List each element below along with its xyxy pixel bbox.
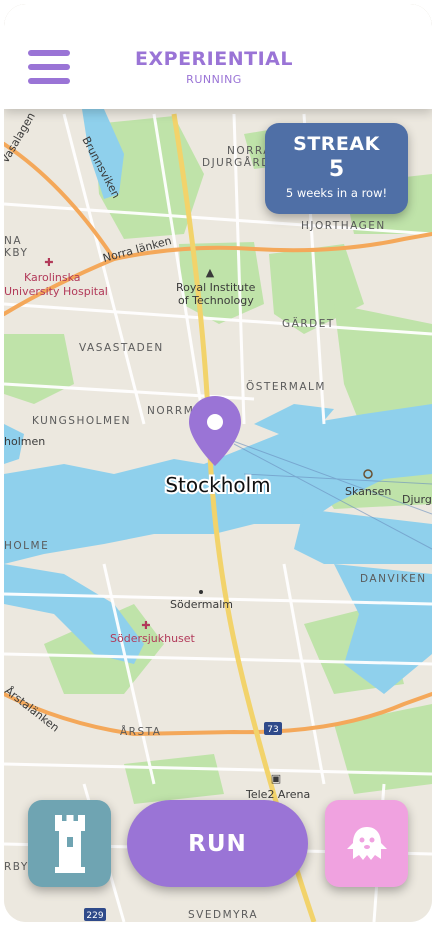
label-skansen: Skansen [345,485,391,498]
label-plus-cross: ✚ [44,256,53,269]
app-brand: EXPERIENTIAL RUNNING [134,48,294,86]
label-kungsholmen: KUNGSHOLMEN [32,415,131,427]
city-label: Stockholm [165,473,270,497]
graduation-icon: ▲ [206,266,215,279]
streak-count: 5 [328,157,345,182]
label-holme: HOLME [4,540,49,552]
label-kby: KBY [4,247,28,259]
hamburger-menu-icon[interactable] [28,50,70,84]
label-rby: RBY [4,861,29,873]
label-university-hospital: University Hospital [4,285,108,298]
label-djurg: Djurg [402,493,432,506]
tower-button[interactable] [28,800,111,887]
label-danviken: DANVIKEN [360,573,427,585]
tower-icon [54,814,85,873]
streak-title: STREAK [293,133,380,155]
streak-card: STREAK 5 5 weeks in a row! [265,123,408,214]
label-sodermalm: Södermalm [170,598,233,611]
label-na: NA [4,235,22,247]
label-gardet: GÄRDET [282,317,335,330]
ghost-button[interactable] [325,800,408,887]
route-229-badge: 229 [86,911,103,921]
label-norrm: NORRM [147,405,194,417]
label-hjorthagen: HJORTHAGEN [301,220,386,232]
label-vasastaden: VASASTADEN [79,342,164,354]
hospital-cross: ✚ [141,619,150,632]
streak-caption: 5 weeks in a row! [285,186,388,200]
route-73-badge: 73 [267,725,278,735]
app-title: EXPERIENTIAL [135,48,293,70]
run-button[interactable]: RUN [127,800,308,887]
label-svedmyra: SVEDMYRA [188,909,258,921]
label-holmen: holmen [4,435,45,448]
label-ostermalm: ÖSTERMALM [246,380,326,393]
label-arsta: ÅRSTA [120,725,161,738]
app-frame: Brunnsviken Vasalagen NORRA DJURGÅRDEN H… [4,4,432,922]
label-royal-institute: Royal Institute [176,281,256,294]
ghost-icon [346,826,387,860]
app-header: EXPERIENTIAL RUNNING [4,4,432,109]
label-of-technology: of Technology [178,294,254,307]
app-subtitle: RUNNING [186,73,242,86]
label-sodersjukhuset: Södersjukhuset [110,632,196,645]
label-karolinska: Karolinska [24,271,81,284]
stadium-icon: ▣ [271,772,281,785]
